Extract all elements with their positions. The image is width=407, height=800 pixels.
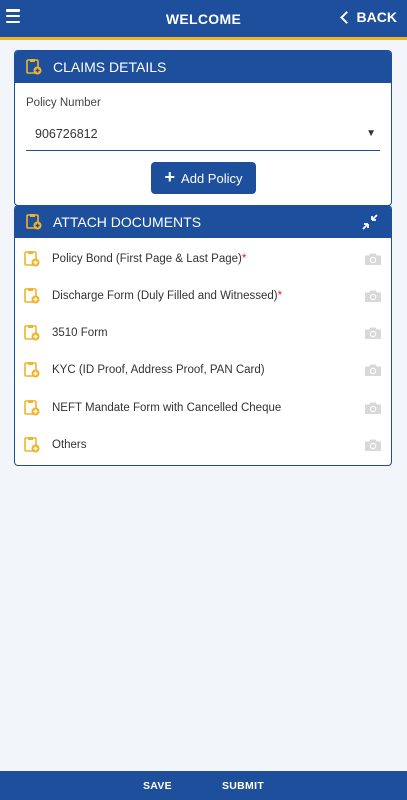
- required-marker: *: [241, 252, 247, 265]
- document-row-3510-form[interactable]: 3510 Form: [15, 314, 391, 351]
- policy-number-value: 906726812: [35, 126, 98, 141]
- document-icon: [24, 324, 40, 340]
- dropdown-arrow-icon: ▼: [366, 128, 376, 139]
- policy-number-label: Policy Number: [26, 97, 101, 109]
- page-title: WELCOME: [165, 10, 242, 27]
- back-button[interactable]: BACK: [339, 9, 397, 25]
- add-policy-button[interactable]: + Add Policy: [151, 162, 256, 194]
- claims-details-title: CLAIMS DETAILS: [53, 59, 167, 75]
- document-row-discharge-form[interactable]: Discharge Form (Duly Filled and Witnesse…: [15, 277, 391, 314]
- save-button[interactable]: SAVE: [143, 780, 172, 792]
- camera-icon[interactable]: [364, 401, 382, 415]
- claims-details-card: CLAIMS DETAILS Policy Number 906726812 ▼…: [14, 50, 392, 206]
- document-icon: [24, 287, 40, 303]
- attach-documents-card: ATTACH DOCUMENTS Policy Bond (First Page…: [14, 205, 392, 466]
- camera-icon[interactable]: [364, 363, 382, 377]
- attach-documents-title: ATTACH DOCUMENTS: [53, 214, 202, 230]
- claims-details-header: CLAIMS DETAILS: [15, 51, 391, 83]
- document-row-others[interactable]: Others: [15, 426, 391, 463]
- document-label: Policy Bond (First Page & Last Page)*: [52, 252, 247, 265]
- add-policy-label: Add Policy: [181, 170, 243, 186]
- attach-documents-header: ATTACH DOCUMENTS: [15, 206, 391, 238]
- bottom-action-bar: SAVE SUBMIT: [0, 771, 407, 800]
- chevron-left-icon: [339, 10, 353, 24]
- document-icon: [24, 436, 40, 452]
- camera-icon[interactable]: [364, 289, 382, 303]
- document-label: Others: [52, 438, 87, 451]
- camera-icon[interactable]: [364, 326, 382, 340]
- document-label: NEFT Mandate Form with Cancelled Cheque: [52, 401, 282, 414]
- document-icon: [26, 59, 42, 75]
- top-app-bar: WELCOME BACK: [0, 0, 407, 40]
- menu-icon[interactable]: [6, 9, 20, 23]
- document-icon: [24, 399, 40, 415]
- document-icon: [24, 250, 40, 266]
- plus-icon: +: [164, 167, 176, 187]
- back-label: BACK: [356, 9, 397, 25]
- policy-number-select[interactable]: 906726812 ▼: [26, 117, 380, 151]
- camera-icon[interactable]: [364, 438, 382, 452]
- document-row-kyc[interactable]: KYC (ID Proof, Address Proof, PAN Card): [15, 351, 391, 388]
- document-row-policy-bond[interactable]: Policy Bond (First Page & Last Page)*: [15, 240, 391, 277]
- document-label: 3510 Form: [52, 326, 108, 339]
- document-row-neft-mandate[interactable]: NEFT Mandate Form with Cancelled Cheque: [15, 389, 391, 426]
- document-label: Discharge Form (Duly Filled and Witnesse…: [52, 289, 283, 302]
- required-marker: *: [277, 289, 283, 302]
- submit-button[interactable]: SUBMIT: [222, 780, 264, 792]
- document-icon: [24, 361, 40, 377]
- document-label: KYC (ID Proof, Address Proof, PAN Card): [52, 363, 265, 376]
- document-icon: [26, 214, 42, 230]
- camera-icon[interactable]: [364, 252, 382, 266]
- collapse-icon[interactable]: [361, 213, 379, 231]
